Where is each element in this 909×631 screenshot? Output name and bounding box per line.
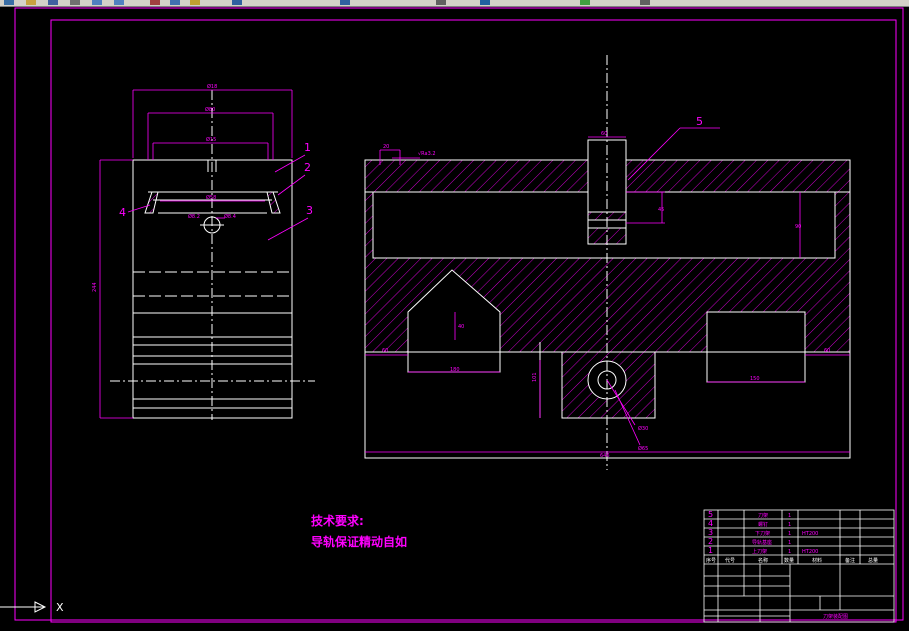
linetype-icon[interactable] (640, 0, 650, 5)
drawing-canvas[interactable]: Ø18 Ø80 Ø15 Ø58 Ø8.4 Ø8.2 244 1 2 3 4 20… (0, 6, 909, 624)
leader-5: 5 (696, 115, 703, 128)
zoom-icon[interactable] (340, 0, 350, 5)
title-block-parts: 5 刀架 1 4 螺钉 1 HT200 3 下刀架 1 2 导轨基座 1 1 上… (708, 510, 818, 555)
leader-4: 4 (119, 206, 126, 219)
part-2-qty: 1 (788, 540, 791, 546)
part-1-no: 1 (708, 546, 713, 555)
dim-base-h: 101 (532, 372, 538, 382)
part-5-name: 刀架 (758, 513, 768, 519)
part-3-name: 下刀架 (755, 531, 770, 537)
svg-text:代号: 代号 (725, 557, 735, 564)
part-1-qty: 1 (788, 549, 791, 555)
front-view (364, 55, 851, 470)
print-icon[interactable] (70, 0, 80, 5)
dim-bore2: Ø65 (638, 445, 648, 452)
layer-icon[interactable] (480, 0, 490, 5)
svg-text:总量: 总量 (868, 557, 878, 564)
part-1-material: HT200 (802, 549, 818, 555)
save-icon[interactable] (48, 0, 58, 5)
part-2-no: 2 (708, 537, 713, 546)
drawing-name: 刀架装配图 (823, 613, 848, 620)
dim-right-step: 60 (824, 348, 830, 354)
dim-v-height: 40 (458, 324, 464, 330)
title-block-grid (703, 509, 895, 623)
leader-2: 2 (304, 161, 311, 174)
dim-inner-h: 90 (795, 224, 801, 230)
dim-key: 60 (601, 131, 607, 137)
left-view-dim-texts: Ø18 Ø80 Ø15 Ø58 Ø8.4 Ø8.2 244 (92, 83, 236, 292)
dim-bore1: Ø30 (638, 425, 648, 432)
cut-icon[interactable] (150, 0, 160, 5)
part-4-no: 4 (708, 519, 713, 528)
dim-hole: Ø8.4 (224, 213, 236, 220)
part-2-name: 导轨基座 (752, 539, 772, 546)
copy-icon[interactable] (170, 0, 180, 5)
tech-req-title: 技术要求: (311, 513, 364, 528)
dim-top-mid: Ø80 (205, 106, 215, 113)
dim-pocket-w: 150 (750, 376, 760, 382)
part-3-qty: 1 (788, 531, 791, 537)
part-4-qty: 1 (788, 522, 791, 528)
dim-top-overall: Ø18 (207, 83, 217, 90)
ucs-x-label: X (56, 601, 64, 614)
svg-text:序号: 序号 (706, 557, 716, 564)
part-4-name: 螺钉 (758, 521, 768, 528)
leader-3: 3 (306, 204, 313, 217)
leader-1: 1 (304, 141, 311, 154)
ucs-icon: X (0, 601, 64, 614)
redo-icon[interactable] (114, 0, 124, 5)
dim-left-step: 60 (382, 348, 388, 354)
dim-height: 244 (92, 282, 98, 292)
svg-text:数量: 数量 (784, 557, 794, 564)
dim-top-inner: Ø15 (206, 136, 216, 143)
open-icon[interactable] (26, 0, 36, 5)
properties-icon[interactable] (436, 0, 446, 5)
command-line[interactable] (0, 624, 909, 631)
dim-chamfer: 20 (383, 144, 389, 150)
dim-hole2: Ø8.2 (188, 213, 200, 220)
new-icon[interactable] (4, 0, 14, 5)
part-3-no: 3 (708, 528, 713, 537)
color-icon[interactable] (580, 0, 590, 5)
dim-key-h: 45 (658, 207, 664, 213)
part-5-qty: 1 (788, 513, 791, 519)
pan-icon[interactable] (232, 0, 242, 5)
tech-req-body: 导轨保证精动自如 (311, 534, 407, 549)
svg-text:材料: 材料 (812, 557, 822, 564)
dim-slot: Ø58 (206, 194, 216, 201)
part-4-material: HT200 (802, 531, 818, 537)
dim-surface: √Ra3.2 (418, 151, 436, 157)
svg-text:名称: 名称 (758, 557, 768, 564)
part-1-name: 上刀架 (752, 548, 767, 555)
dim-total: 646 (600, 453, 610, 459)
undo-icon[interactable] (92, 0, 102, 5)
left-view-dimensions (99, 89, 309, 419)
paste-icon[interactable] (190, 0, 200, 5)
part-5-no: 5 (708, 510, 713, 519)
svg-text:备注: 备注 (845, 557, 855, 564)
title-block-header: 序号 代号 名称 数量 材料 备注 总量 (706, 557, 878, 564)
dim-v-width: 180 (450, 367, 460, 373)
